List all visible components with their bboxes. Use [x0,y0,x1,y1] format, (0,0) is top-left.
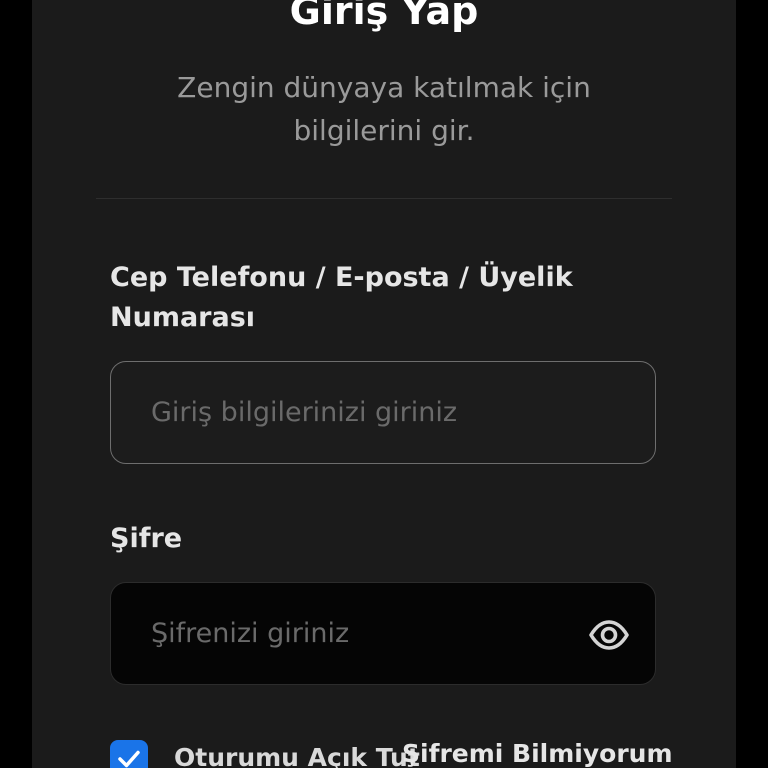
forgot-password-link[interactable]: Şifremi Bilmiyorum [402,736,673,768]
password-field[interactable] [110,582,656,685]
page-title: Giriş Yap [289,0,479,33]
eye-icon[interactable] [589,615,629,655]
remember-label[interactable]: Oturumu Açık Tut [174,740,420,768]
login-field[interactable] [110,361,656,464]
login-input[interactable] [151,362,591,462]
login-panel: Giriş Yap Zengin dünyaya katılmak için b… [32,0,736,768]
remember-checkbox[interactable] [110,740,148,768]
check-icon [118,750,140,768]
login-field-label: Cep Telefonu / E-posta / Üyelik Numarası [110,262,573,333]
divider [96,198,672,199]
password-field-label: Şifre [110,523,183,554]
page-subtitle: Zengin dünyaya katılmak için bilgilerini… [177,71,591,147]
password-input[interactable] [151,583,591,683]
